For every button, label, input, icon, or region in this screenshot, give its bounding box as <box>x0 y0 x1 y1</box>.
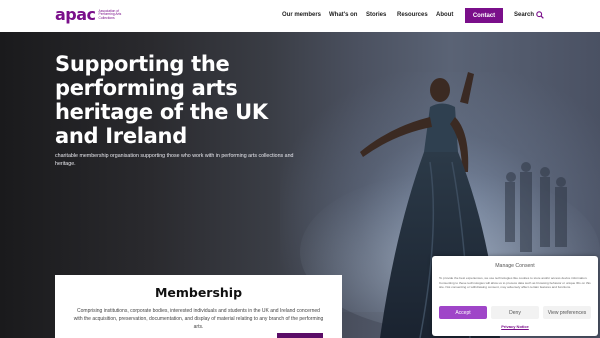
cookie-consent-dialog: Manage Consent To provide the best exper… <box>432 256 598 336</box>
nav-resources[interactable]: Resources <box>397 12 428 18</box>
logo-wordmark: apac <box>55 5 96 24</box>
apac-logo[interactable]: apac Association of Performing Arts Coll… <box>55 7 135 23</box>
nav-stories[interactable]: Stories <box>366 12 386 18</box>
site-header: apac Association of Performing Arts Coll… <box>0 0 600 32</box>
view-preferences-button[interactable]: View preferences <box>543 306 591 319</box>
hero-subtitle: charitable membership organisation suppo… <box>55 153 294 167</box>
nav-about[interactable]: About <box>436 12 453 18</box>
search-icon[interactable] <box>536 11 544 19</box>
membership-description: Comprising institutions, corporate bodie… <box>73 308 324 330</box>
membership-card: Membership Comprising institutions, corp… <box>55 275 342 338</box>
nav-whats-on[interactable]: What's on <box>329 12 357 18</box>
privacy-notice-link[interactable]: Privacy Notice <box>432 324 598 329</box>
contact-button[interactable]: Contact <box>465 8 503 23</box>
consent-text: To provide the best experiences, we use … <box>439 276 591 290</box>
consent-title: Manage Consent <box>495 263 535 269</box>
hero-title: Supporting the performing arts heritage … <box>55 52 268 148</box>
membership-button[interactable] <box>277 333 323 338</box>
accept-button[interactable]: Accept <box>439 306 487 319</box>
membership-title: Membership <box>154 285 243 300</box>
search-label[interactable]: Search <box>514 12 534 18</box>
logo-subtitle: Association of Performing Arts Collectio… <box>98 8 122 20</box>
deny-button[interactable]: Deny <box>491 306 539 319</box>
nav-our-members[interactable]: Our members <box>282 12 321 18</box>
